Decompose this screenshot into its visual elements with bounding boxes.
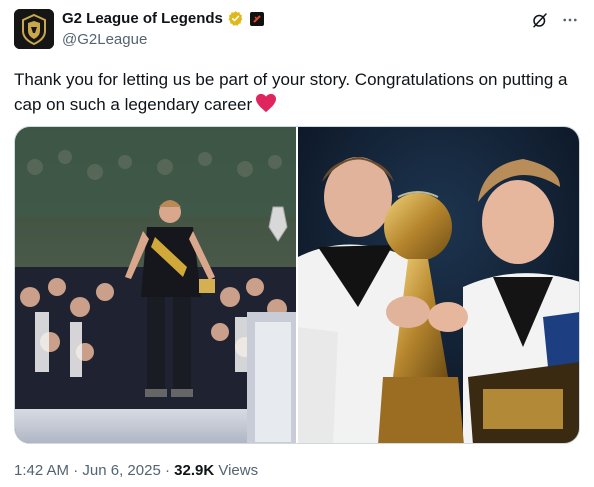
name-row: G2 League of Legends: [62, 10, 264, 27]
media-grid: [14, 126, 580, 444]
tweet-footer: 1:42 AM · Jun 6, 2025 · 32.9K Views: [14, 462, 258, 479]
grok-icon[interactable]: [530, 10, 550, 30]
separator: ·: [73, 462, 79, 479]
top-actions: [530, 10, 580, 30]
views-count[interactable]: 32.9K: [174, 462, 214, 479]
avatar[interactable]: [14, 9, 54, 49]
display-name[interactable]: G2 League of Legends: [62, 10, 223, 27]
tweet-header: G2 League of Legends @G2League: [14, 8, 580, 52]
views-label: Views: [218, 462, 259, 479]
photo-trophy-kiss[interactable]: [298, 127, 579, 443]
affiliate-badge-icon[interactable]: [249, 11, 264, 26]
tweet-date[interactable]: Jun 6, 2025: [82, 462, 160, 479]
separator: ·: [164, 462, 170, 479]
tweet-time[interactable]: 1:42 AM: [14, 462, 69, 479]
more-icon[interactable]: [560, 10, 580, 30]
tweet-text: Thank you for letting us be part of your…: [14, 67, 580, 120]
red-heart-icon: [255, 93, 277, 120]
tweet-text-content: Thank you for letting us be part of your…: [14, 70, 568, 114]
verified-badge-icon: [227, 10, 244, 27]
handle[interactable]: @G2League: [62, 31, 147, 48]
photo-stage[interactable]: [15, 127, 296, 443]
